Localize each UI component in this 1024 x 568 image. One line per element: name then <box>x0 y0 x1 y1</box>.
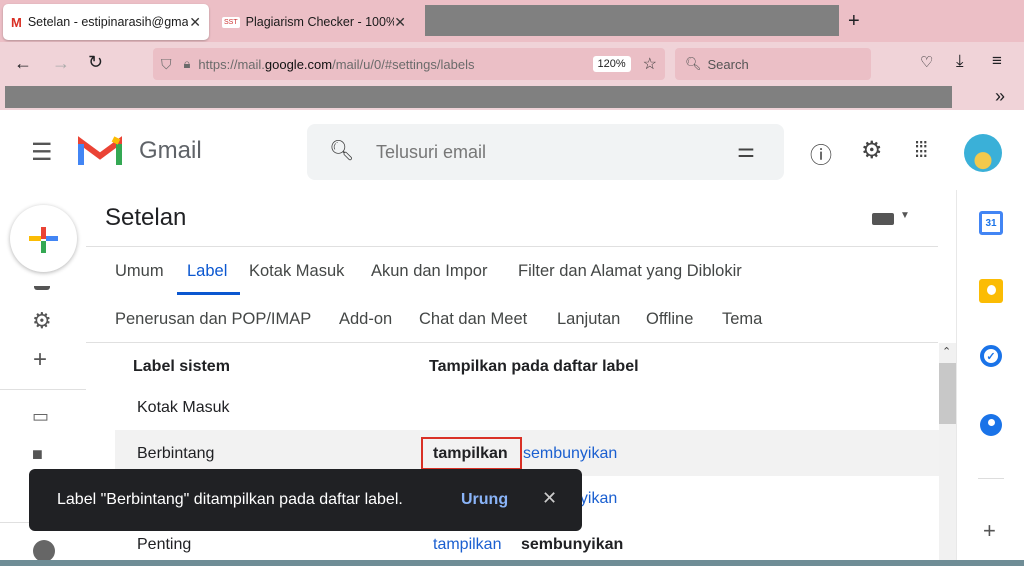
main-menu-icon[interactable]: ☰ <box>31 138 53 167</box>
divider <box>978 478 1004 479</box>
search-placeholder: Telusuri email <box>376 142 487 162</box>
bookmark-star-icon[interactable]: ☆ <box>643 54 657 74</box>
forward-icon[interactable]: → <box>52 53 70 74</box>
zoom-level[interactable]: 120% <box>592 56 631 72</box>
new-meeting-icon[interactable]: ▭ <box>32 406 49 427</box>
snackbar: Label "Berbintang" ditampilkan pada daft… <box>29 469 582 531</box>
menu-icon[interactable]: ≡ <box>992 51 1002 71</box>
url-text: https://mail.google.com/mail/u/0/#settin… <box>198 57 474 72</box>
label-name: Berbintang <box>137 445 215 462</box>
hangouts-icon[interactable] <box>33 540 55 562</box>
undo-button[interactable]: Urung <box>461 491 508 509</box>
tab-offline[interactable]: Offline <box>646 310 693 329</box>
divider <box>86 246 938 247</box>
divider <box>86 342 938 343</box>
tab-add-on[interactable]: Add-on <box>339 310 392 329</box>
add-addon-icon[interactable]: + <box>983 518 996 544</box>
tab-plagiarism-checker[interactable]: SST Plagiarism Checker - 100% Fr ✕ <box>214 4 414 40</box>
gmail-favicon-icon: M <box>11 14 22 30</box>
gmail-logo-icon[interactable] <box>78 134 122 168</box>
join-meeting-icon[interactable]: ■ <box>32 444 43 465</box>
divider <box>0 389 86 390</box>
redacted-bookmarks <box>5 86 952 108</box>
show-option-selected: tampilkan <box>433 445 508 462</box>
keyboard-icon[interactable] <box>872 213 894 225</box>
tasks-icon[interactable]: ✓ <box>980 345 1002 367</box>
url-bar[interactable]: ⛉ 🔒︎ https://mail.google.com/mail/u/0/#s… <box>153 48 665 80</box>
create-label-icon[interactable]: + <box>33 346 47 374</box>
pocket-icon[interactable]: ♡ <box>920 53 933 71</box>
tab-kotak-masuk[interactable]: Kotak Masuk <box>249 262 344 281</box>
redacted-tab <box>425 5 839 36</box>
reload-icon[interactable]: ↻ <box>88 52 103 73</box>
search-icon[interactable]: 🔍︎ <box>329 138 354 163</box>
table-row: Kotak Masuk <box>115 384 939 430</box>
url-host: google.com <box>264 56 333 72</box>
back-icon[interactable]: ← <box>14 53 32 74</box>
url-path: /mail/u/0/#settings/labels <box>332 56 475 72</box>
label-name: Kotak Masuk <box>137 399 230 416</box>
os-taskbar <box>0 560 1024 566</box>
shield-icon: ⛉ <box>161 55 172 72</box>
sst-favicon-icon: SST <box>222 16 240 28</box>
help-icon[interactable]: ⓘ <box>810 138 832 170</box>
tab-tema[interactable]: Tema <box>722 310 762 329</box>
compose-button[interactable] <box>10 205 77 272</box>
scrollbar-thumb[interactable] <box>939 363 956 424</box>
keep-icon[interactable] <box>979 279 1003 303</box>
show-link[interactable]: tampilkan <box>433 536 501 554</box>
collapsed-item-icon <box>34 286 50 290</box>
hide-option-selected: sembunyikan <box>521 536 624 553</box>
contacts-icon[interactable] <box>980 414 1002 436</box>
browser-tab-bar: M Setelan - estipinarasih@gmai ✕ SST Pla… <box>0 0 1024 42</box>
avatar[interactable] <box>964 134 1002 172</box>
tab-filter[interactable]: Filter dan Alamat yang Diblokir <box>518 262 742 281</box>
search-placeholder: Search <box>707 56 749 72</box>
mail-search-input[interactable]: 🔍︎ Telusuri email ⚌ <box>307 124 784 180</box>
lock-icon: 🔒︎ <box>183 56 191 71</box>
page-title: Setelan <box>105 204 187 231</box>
search-icon: 🔍︎ <box>685 56 702 71</box>
new-tab-button[interactable]: + <box>848 10 860 33</box>
side-panel-divider <box>956 190 957 560</box>
url-prefix: https://mail. <box>198 56 265 72</box>
chevron-down-icon[interactable]: ▼ <box>900 210 910 221</box>
column-header-show: Tampilkan pada daftar label <box>429 358 639 375</box>
tab-label[interactable]: Label <box>187 262 227 281</box>
search-options-icon[interactable]: ⚌ <box>737 138 755 163</box>
hide-link[interactable]: sembunyikan <box>523 445 617 463</box>
scroll-up-icon[interactable]: ⌃ <box>942 345 951 358</box>
tab-penerusan[interactable]: Penerusan dan POP/IMAP <box>115 310 311 329</box>
tab-akun-dan-impor[interactable]: Akun dan Impor <box>371 262 487 281</box>
calendar-icon[interactable]: 31 <box>979 211 1003 235</box>
bookmarks-bar: » <box>0 86 1024 110</box>
bookmarks-overflow[interactable]: » <box>995 86 1005 107</box>
apps-grid-icon[interactable]: ⁞⁞⁞ <box>914 137 928 163</box>
column-header-system-labels: Label sistem <box>133 358 230 375</box>
settings-gear-icon[interactable]: ⚙ <box>861 136 883 165</box>
tab-gmail-settings[interactable]: M Setelan - estipinarasih@gmai ✕ <box>3 4 209 40</box>
gmail-logo-text: Gmail <box>139 137 202 164</box>
settings-icon[interactable]: ⚙ <box>32 308 52 334</box>
close-tab-icon[interactable]: ✕ <box>189 14 201 31</box>
download-icon[interactable]: ⤓ <box>956 51 964 71</box>
tab-umum[interactable]: Umum <box>115 262 164 281</box>
close-tab-icon[interactable]: ✕ <box>394 14 406 31</box>
tab-title: Plagiarism Checker - 100% Fr <box>245 15 395 29</box>
search-field[interactable]: 🔍︎ Search <box>675 48 871 80</box>
tab-lanjutan[interactable]: Lanjutan <box>557 310 620 329</box>
tab-title: Setelan - estipinarasih@gmai <box>27 15 188 29</box>
tab-chat-dan-meet[interactable]: Chat dan Meet <box>419 310 527 329</box>
compose-plus-icon <box>29 227 58 253</box>
label-name: Penting <box>137 536 192 553</box>
close-icon[interactable]: ✕ <box>542 488 557 509</box>
snackbar-message: Label "Berbintang" ditampilkan pada daft… <box>57 491 403 508</box>
active-tab-indicator <box>177 292 240 295</box>
scrollbar[interactable]: ⌃ <box>939 343 956 560</box>
